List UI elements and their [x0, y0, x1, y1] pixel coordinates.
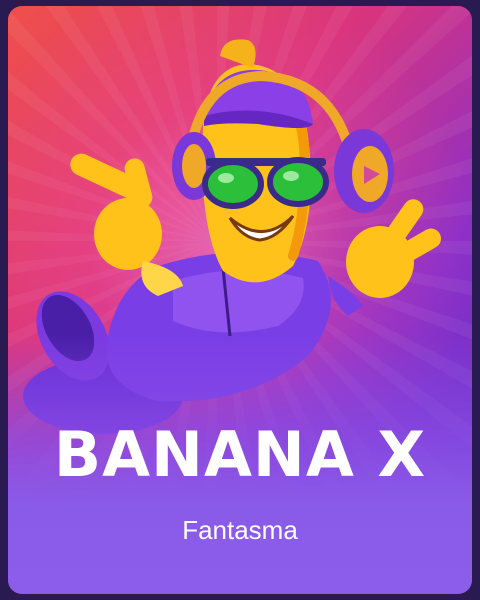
game-title: BANANA X: [53, 418, 427, 491]
left-hand-illustration: [70, 153, 183, 296]
game-provider: Fantasma: [182, 515, 298, 545]
game-card[interactable]: BANANA X Fantasma: [8, 6, 472, 594]
right-hand-illustration: [328, 199, 441, 316]
